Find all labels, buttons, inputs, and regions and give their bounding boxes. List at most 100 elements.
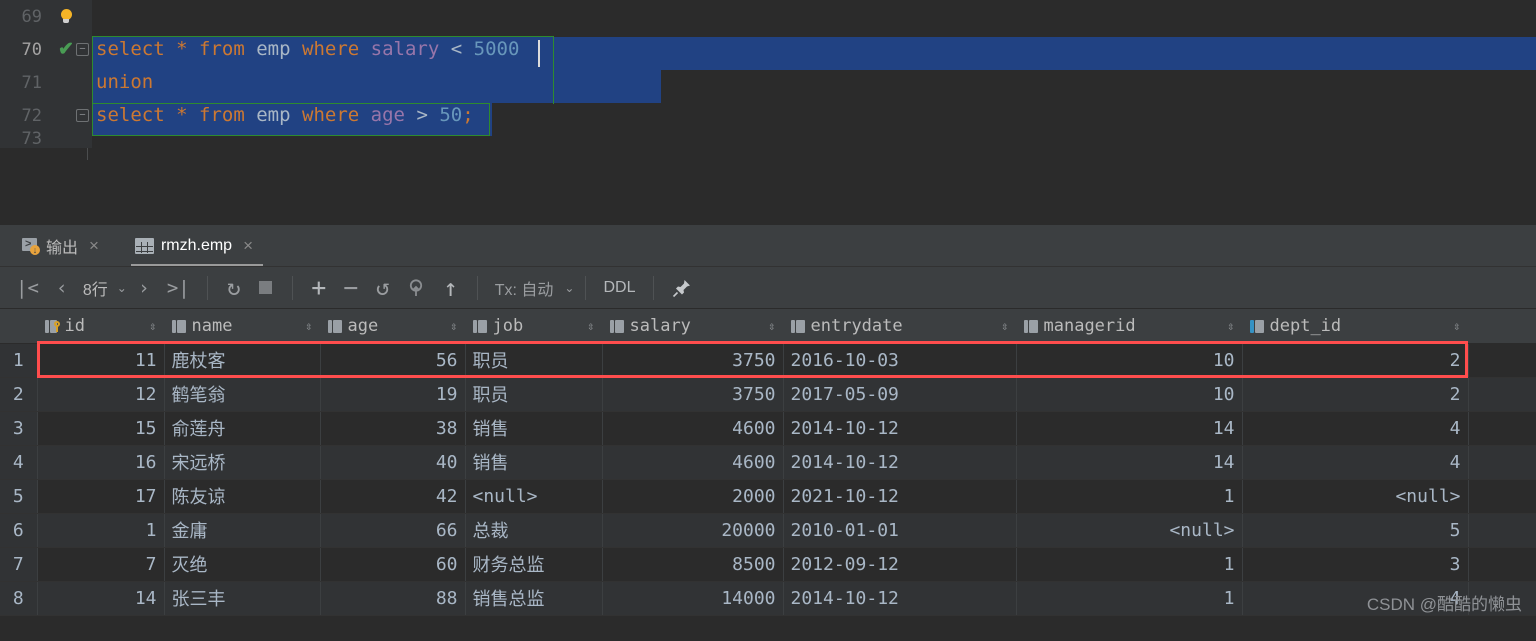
sort-icon[interactable]: ⇳ bbox=[1227, 320, 1234, 332]
cell-id[interactable]: 16 bbox=[37, 445, 165, 480]
sort-icon[interactable]: ⇳ bbox=[450, 320, 457, 332]
cell-age[interactable]: 40 bbox=[320, 445, 466, 480]
table-row[interactable]: 8 14 张三丰 88 销售总监 14000 2014-10-12 1 4 bbox=[0, 581, 1536, 616]
row-number-cell[interactable]: 8 bbox=[0, 581, 38, 616]
cell-name[interactable]: 灭绝 bbox=[164, 547, 321, 582]
sort-icon[interactable]: ⇳ bbox=[587, 320, 594, 332]
row-number-cell[interactable]: 4 bbox=[0, 445, 38, 480]
editor-line-71-code[interactable]: union bbox=[92, 66, 1536, 99]
cell-entrydate[interactable]: 2017-05-09 bbox=[783, 377, 1017, 412]
cell-name[interactable]: 张三丰 bbox=[164, 581, 321, 616]
column-header-job[interactable]: job ⇳ bbox=[465, 309, 603, 344]
chevron-down-icon[interactable]: ⌄ bbox=[114, 281, 127, 295]
find-icon[interactable] bbox=[400, 273, 434, 303]
column-header-name[interactable]: name ⇳ bbox=[164, 309, 321, 344]
cell-salary[interactable]: 14000 bbox=[602, 581, 784, 616]
result-grid-toolbar[interactable]: |< ‹ 8行 ⌄ › >| ↻ + − ↺ ↑ Tx: 自动 ⌄ DDL bbox=[0, 267, 1536, 309]
cell-job[interactable]: 销售 bbox=[465, 411, 603, 446]
table-row[interactable]: 7 7 灭绝 60 财务总监 8500 2012-09-12 1 3 bbox=[0, 547, 1536, 582]
result-table[interactable]: id ⇳ name ⇳ age ⇳ job ⇳ salary ⇳ entryda… bbox=[0, 309, 1536, 616]
sort-icon[interactable]: ⇳ bbox=[149, 320, 156, 332]
ddl-button[interactable]: DDL bbox=[597, 273, 641, 303]
column-header-id[interactable]: id ⇳ bbox=[37, 309, 165, 344]
gutter-71[interactable]: 71 bbox=[0, 66, 92, 99]
cell-job[interactable]: <null> bbox=[465, 479, 603, 514]
row-number-cell[interactable]: 1 bbox=[0, 343, 38, 378]
column-header-entrydate[interactable]: entrydate ⇳ bbox=[783, 309, 1017, 344]
cell-salary[interactable]: 8500 bbox=[602, 547, 784, 582]
cell-age[interactable]: 60 bbox=[320, 547, 466, 582]
cell-entrydate[interactable]: 2021-10-12 bbox=[783, 479, 1017, 514]
sort-icon[interactable]: ⇳ bbox=[768, 320, 775, 332]
cell-dept_id[interactable]: 2 bbox=[1242, 343, 1469, 378]
tab-rmzh-emp[interactable]: rmzh.emp × bbox=[130, 226, 264, 266]
cell-job[interactable]: 销售 bbox=[465, 445, 603, 480]
row-number-cell[interactable]: 2 bbox=[0, 377, 38, 412]
cell-job[interactable]: 销售总监 bbox=[465, 581, 603, 616]
cell-managerid[interactable]: <null> bbox=[1016, 513, 1243, 548]
cell-id[interactable]: 7 bbox=[37, 547, 165, 582]
row-number-cell[interactable]: 3 bbox=[0, 411, 38, 446]
cell-age[interactable]: 19 bbox=[320, 377, 466, 412]
cell-id[interactable]: 15 bbox=[37, 411, 165, 446]
cell-salary[interactable]: 3750 bbox=[602, 377, 784, 412]
results-tab-bar[interactable]: > ↓ 输出 × rmzh.emp × bbox=[0, 225, 1536, 267]
cell-id[interactable]: 1 bbox=[37, 513, 165, 548]
editor-line-69-code[interactable] bbox=[92, 0, 1536, 33]
gutter-69[interactable]: 69 bbox=[0, 0, 92, 33]
gutter-70[interactable]: 70 ✔ − bbox=[0, 33, 92, 66]
editor-line-71[interactable]: 71 union bbox=[0, 66, 1536, 99]
cell-entrydate[interactable]: 2010-01-01 bbox=[783, 513, 1017, 548]
revert-icon[interactable]: ↺ bbox=[368, 273, 398, 303]
cell-job[interactable]: 职员 bbox=[465, 377, 603, 412]
cell-managerid[interactable]: 1 bbox=[1016, 581, 1243, 616]
cell-managerid[interactable]: 1 bbox=[1016, 547, 1243, 582]
sql-editor[interactable]: 69 70 ✔ − select * from emp where salary… bbox=[0, 0, 1536, 160]
table-row[interactable]: 4 16 宋远桥 40 销售 4600 2014-10-12 14 4 bbox=[0, 445, 1536, 480]
tab-output[interactable]: > ↓ 输出 × bbox=[18, 226, 109, 266]
cell-job[interactable]: 职员 bbox=[465, 343, 603, 378]
editor-line-73[interactable]: 73 bbox=[0, 131, 1536, 148]
transaction-mode-label[interactable]: Tx: 自动 bbox=[489, 273, 560, 303]
gutter-73[interactable]: 73 bbox=[0, 131, 92, 148]
cell-dept_id[interactable]: 2 bbox=[1242, 377, 1469, 412]
cell-entrydate[interactable]: 2016-10-03 bbox=[783, 343, 1017, 378]
column-header-dept-id[interactable]: dept_id ⇳ bbox=[1242, 309, 1469, 344]
cell-name[interactable]: 俞莲舟 bbox=[164, 411, 321, 446]
submit-icon[interactable]: ↑ bbox=[436, 273, 466, 303]
cell-managerid[interactable]: 14 bbox=[1016, 445, 1243, 480]
column-header-managerid[interactable]: managerid ⇳ bbox=[1016, 309, 1243, 344]
cell-name[interactable]: 鹤笔翁 bbox=[164, 377, 321, 412]
cell-entrydate[interactable]: 2014-10-12 bbox=[783, 581, 1017, 616]
sort-icon[interactable]: ⇳ bbox=[305, 320, 312, 332]
result-table-body[interactable]: 1 11 鹿杖客 56 职员 3750 2016-10-03 10 2 2 12 鹤笔翁 19 职员 375… bbox=[0, 343, 1536, 616]
editor-line-69[interactable]: 69 bbox=[0, 0, 1536, 33]
cell-age[interactable]: 88 bbox=[320, 581, 466, 616]
cell-managerid[interactable]: 1 bbox=[1016, 479, 1243, 514]
cell-entrydate[interactable]: 2012-09-12 bbox=[783, 547, 1017, 582]
cell-dept_id[interactable]: 4 bbox=[1242, 411, 1469, 446]
result-grid[interactable]: id ⇳ name ⇳ age ⇳ job ⇳ salary ⇳ entryda… bbox=[0, 309, 1536, 621]
cell-entrydate[interactable]: 2014-10-12 bbox=[783, 411, 1017, 446]
delete-row-button[interactable]: − bbox=[336, 273, 366, 303]
cell-name[interactable]: 鹿杖客 bbox=[164, 343, 321, 378]
table-row[interactable]: 5 17 陈友谅 42 <null> 2000 2021-10-12 1 <null> bbox=[0, 479, 1536, 514]
sort-icon[interactable]: ⇳ bbox=[1453, 320, 1460, 332]
cell-dept_id[interactable]: 3 bbox=[1242, 547, 1469, 582]
cell-salary[interactable]: 2000 bbox=[602, 479, 784, 514]
cell-age[interactable]: 66 bbox=[320, 513, 466, 548]
row-number-cell[interactable]: 5 bbox=[0, 479, 38, 514]
cell-name[interactable]: 宋远桥 bbox=[164, 445, 321, 480]
row-number-cell[interactable]: 6 bbox=[0, 513, 38, 548]
pin-icon[interactable] bbox=[665, 273, 699, 303]
cell-managerid[interactable]: 10 bbox=[1016, 343, 1243, 378]
cell-age[interactable]: 42 bbox=[320, 479, 466, 514]
table-row[interactable]: 3 15 俞莲舟 38 销售 4600 2014-10-12 14 4 bbox=[0, 411, 1536, 446]
cell-dept_id[interactable]: 4 bbox=[1242, 445, 1469, 480]
row-count-label[interactable]: 8行 bbox=[79, 276, 112, 300]
column-header-age[interactable]: age ⇳ bbox=[320, 309, 466, 344]
editor-line-73-code[interactable] bbox=[92, 124, 1536, 157]
cell-id[interactable]: 11 bbox=[37, 343, 165, 378]
chevron-down-icon[interactable]: ⌄ bbox=[561, 281, 574, 295]
prev-page-button[interactable]: ‹ bbox=[47, 273, 77, 303]
